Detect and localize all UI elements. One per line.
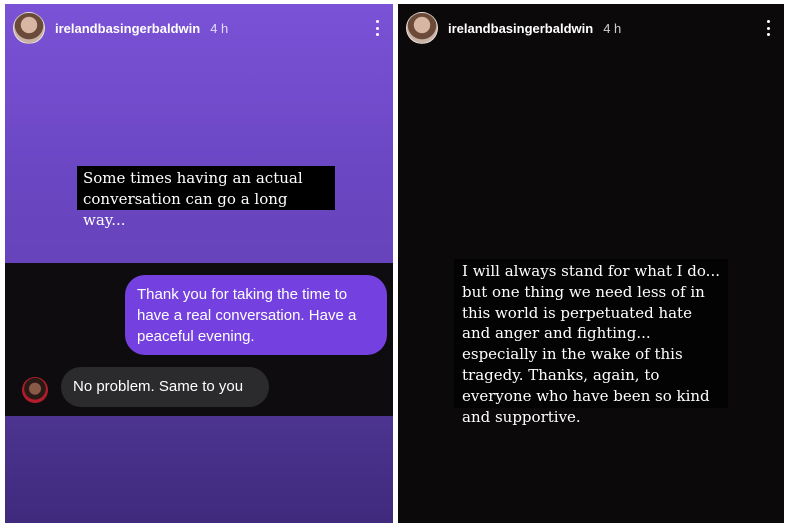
more-options-icon[interactable] — [760, 18, 776, 38]
post-time: 4 h — [603, 20, 622, 36]
received-message-bubble: No problem. Same to you — [61, 367, 269, 407]
story-background-bottom — [5, 416, 393, 523]
message-screenshot: Thank you for taking the time to have a … — [5, 263, 393, 416]
story-caption: I will always stand for what I do... but… — [454, 259, 728, 426]
story-header: irelandbasingerbaldwin 4 h — [406, 10, 776, 46]
story-left: irelandbasingerbaldwin 4 h Some times ha… — [5, 4, 393, 523]
post-time: 4 h — [210, 20, 229, 36]
story-right: irelandbasingerbaldwin 4 h I will always… — [398, 4, 784, 523]
username[interactable]: irelandbasingerbaldwin — [448, 21, 593, 36]
sender-avatar — [22, 377, 48, 403]
story-header: irelandbasingerbaldwin 4 h — [13, 10, 385, 46]
sent-message-bubble: Thank you for taking the time to have a … — [125, 275, 387, 355]
username[interactable]: irelandbasingerbaldwin — [55, 21, 200, 36]
more-options-icon[interactable] — [369, 18, 385, 38]
avatar[interactable] — [406, 12, 438, 44]
story-caption: Some times having an actual conversation… — [77, 166, 335, 229]
avatar[interactable] — [13, 12, 45, 44]
